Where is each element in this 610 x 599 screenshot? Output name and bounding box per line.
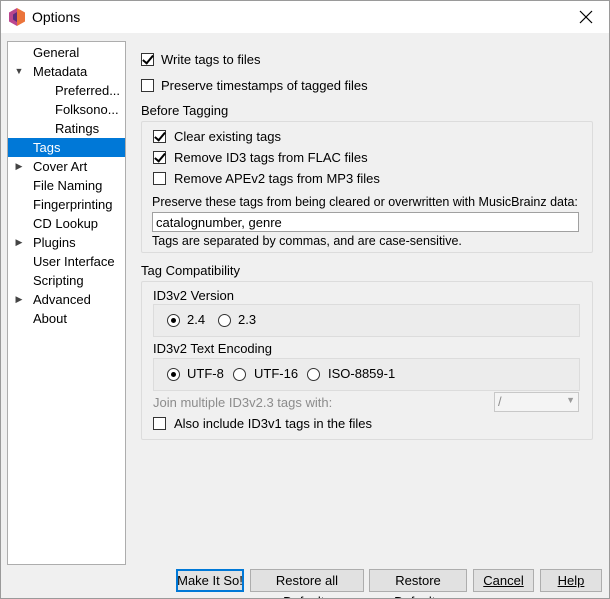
remove-apev2-mp3-checkbox[interactable] — [153, 172, 166, 185]
sidebar-item-advanced[interactable]: ▶ Advanced — [8, 290, 125, 309]
version-2-3-radio[interactable] — [218, 314, 231, 327]
close-button[interactable] — [563, 1, 609, 33]
id3v2-version-box: 2.4 2.3 — [153, 304, 580, 337]
chevron-right-icon[interactable]: ▶ — [13, 233, 25, 252]
sidebar-item-label: Cover Art — [33, 159, 88, 174]
sidebar-item-label: Scripting — [33, 273, 84, 288]
sidebar-item-folksonomy[interactable]: Folksono... — [8, 100, 125, 119]
sidebar-item-user-interface[interactable]: User Interface — [8, 252, 125, 271]
help-button[interactable]: Help — [540, 569, 602, 592]
sidebar-item-label: File Naming — [33, 178, 103, 193]
join-tags-combo[interactable]: / ▼ — [494, 392, 579, 412]
id3v2-version-label: ID3v2 Version — [153, 288, 234, 303]
sidebar-item-label: Metadata — [33, 64, 88, 79]
before-tagging-title: Before Tagging — [141, 103, 229, 118]
sidebar-item-label: Folksono... — [55, 102, 119, 117]
join-tags-label: Join multiple ID3v2.3 tags with: — [153, 395, 333, 410]
sidebar-item-preferred[interactable]: Preferred... — [8, 81, 125, 100]
clear-existing-tags-label[interactable]: Clear existing tags — [174, 129, 281, 144]
version-2-3-label[interactable]: 2.3 — [238, 312, 256, 327]
restore-defaults-label: Restore Defaults — [394, 573, 442, 598]
utf-8-radio[interactable] — [167, 368, 180, 381]
remove-id3-flac-checkbox[interactable] — [153, 151, 166, 164]
id3v1-checkbox[interactable] — [153, 417, 166, 430]
sidebar-item-ratings[interactable]: Ratings — [8, 119, 125, 138]
preserve-tags-input[interactable] — [152, 212, 579, 232]
restore-all-defaults-button[interactable]: Restore all Defaults — [250, 569, 364, 598]
sidebar-item-plugins[interactable]: ▶ Plugins — [8, 233, 125, 252]
tag-compatibility-group: ID3v2 Version 2.4 2.3 ID3v2 Text Encodin… — [141, 281, 593, 440]
options-window: Options General ▼ Metadata Preferred... … — [0, 0, 610, 599]
sidebar-item-cover-art[interactable]: ▶ Cover Art — [8, 157, 125, 176]
sidebar-item-label: Advanced — [33, 292, 91, 307]
sidebar-item-label: About — [33, 311, 67, 326]
options-sidebar: General ▼ Metadata Preferred... Folksono… — [7, 41, 126, 565]
sidebar-item-label: Plugins — [33, 235, 76, 250]
sidebar-item-scripting[interactable]: Scripting — [8, 271, 125, 290]
close-icon — [579, 10, 593, 24]
restore-all-defaults-label: Restore all Defaults — [275, 573, 339, 598]
iso-8859-1-label[interactable]: ISO-8859-1 — [328, 366, 395, 381]
help-label: Help — [557, 573, 585, 588]
version-2-4-radio[interactable] — [167, 314, 180, 327]
sidebar-item-label: CD Lookup — [33, 216, 99, 231]
preserve-timestamps-label[interactable]: Preserve timestamps of tagged files — [161, 78, 368, 93]
sidebar-item-tags[interactable]: Tags — [8, 138, 125, 157]
remove-id3-flac-label[interactable]: Remove ID3 tags from FLAC files — [174, 150, 368, 165]
sidebar-item-label: Tags — [33, 140, 61, 155]
sidebar-item-label: Ratings — [55, 121, 100, 136]
window-title: Options — [32, 9, 81, 25]
sidebar-item-label: Preferred... — [55, 83, 121, 98]
utf-16-radio[interactable] — [233, 368, 246, 381]
sidebar-item-general[interactable]: General — [8, 43, 125, 62]
sidebar-item-label: General — [33, 45, 80, 60]
sidebar-item-about[interactable]: About — [8, 309, 125, 328]
sidebar-item-fingerprinting[interactable]: Fingerprinting — [8, 195, 125, 214]
remove-apev2-mp3-label[interactable]: Remove APEv2 tags from MP3 files — [174, 171, 380, 186]
make-it-so-label: Make It So! — [177, 573, 243, 588]
chevron-right-icon[interactable]: ▶ — [13, 290, 25, 309]
tag-compatibility-title: Tag Compatibility — [141, 263, 240, 278]
cancel-label: Cancel — [483, 573, 524, 588]
tags-options-panel: Write tags to files Preserve timestamps … — [129, 41, 603, 561]
join-tags-value: / — [498, 394, 502, 409]
make-it-so-button[interactable]: Make It So! — [176, 569, 244, 592]
clear-existing-tags-checkbox[interactable] — [153, 130, 166, 143]
text-encoding-label: ID3v2 Text Encoding — [153, 341, 272, 356]
chevron-down-icon: ▼ — [566, 395, 575, 405]
sidebar-item-file-naming[interactable]: File Naming — [8, 176, 125, 195]
sidebar-item-label: User Interface — [33, 254, 115, 269]
text-encoding-box: UTF-8 UTF-16 ISO-8859-1 — [153, 358, 580, 391]
chevron-down-icon[interactable]: ▼ — [13, 62, 25, 81]
sidebar-item-label: Fingerprinting — [33, 197, 113, 212]
title-bar: Options — [1, 1, 609, 33]
write-tags-checkbox[interactable] — [141, 53, 154, 66]
sidebar-item-metadata[interactable]: ▼ Metadata — [8, 62, 125, 81]
id3v1-label[interactable]: Also include ID3v1 tags in the files — [174, 416, 372, 431]
chevron-right-icon[interactable]: ▶ — [13, 157, 25, 176]
sidebar-item-cd-lookup[interactable]: CD Lookup — [8, 214, 125, 233]
musicbrainz-picard-icon — [9, 8, 25, 26]
restore-defaults-button[interactable]: Restore Defaults — [369, 569, 467, 598]
utf-8-label[interactable]: UTF-8 — [187, 366, 224, 381]
utf-16-label[interactable]: UTF-16 — [254, 366, 298, 381]
version-2-4-label[interactable]: 2.4 — [187, 312, 205, 327]
write-tags-label[interactable]: Write tags to files — [161, 52, 260, 67]
preserve-tags-hint: Tags are separated by commas, and are ca… — [152, 234, 462, 248]
preserve-tags-label: Preserve these tags from being cleared o… — [152, 195, 578, 209]
iso-8859-1-radio[interactable] — [307, 368, 320, 381]
preserve-timestamps-checkbox[interactable] — [141, 79, 154, 92]
cancel-button[interactable]: Cancel — [473, 569, 534, 592]
before-tagging-group: Clear existing tags Remove ID3 tags from… — [141, 121, 593, 253]
